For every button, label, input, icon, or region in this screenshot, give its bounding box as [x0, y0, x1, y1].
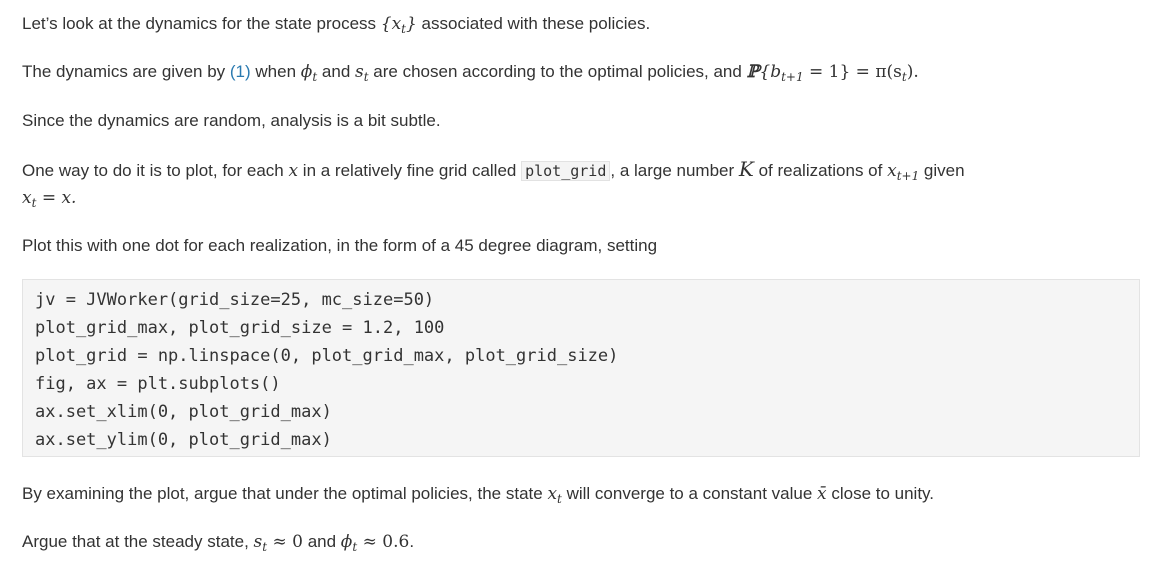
- code-line-5: ax.set_xlim(0, plot_grid_max): [35, 402, 332, 422]
- code-line-6: ax.set_ylim(0, plot_grid_max): [35, 430, 332, 450]
- paragraph-steady-state: Argue that at the steady state, st ≈ 0 a…: [22, 532, 415, 554]
- math-x-t-equals-x: xt = x.: [22, 188, 77, 210]
- paragraph-state-process: Let’s look at the dynamics for the state…: [22, 12, 650, 41]
- equation-link[interactable]: (1): [230, 62, 251, 81]
- text: Let’s look at the dynamics for the state…: [22, 14, 381, 33]
- math-x: x: [288, 161, 299, 181]
- math-s-t: st: [355, 62, 369, 84]
- math-s-t-approx: st ≈ 0: [253, 532, 303, 554]
- code-block[interactable]: jv = JVWorker(grid_size=25, mc_size=50) …: [22, 279, 1140, 457]
- code-line-2: plot_grid_max, plot_grid_size = 1.2, 100: [35, 318, 445, 338]
- math-K: K: [738, 157, 754, 181]
- paragraph-plot-method: One way to do it is to plot, for each x …: [22, 157, 965, 183]
- paragraph-plot-method-line2: xt = x.: [22, 186, 76, 215]
- math-phi-t: ϕt: [300, 62, 318, 84]
- math-probability: ℙ{bt+1 = 1} = π(st).: [746, 62, 919, 84]
- code-line-1: jv = JVWorker(grid_size=25, mc_size=50): [35, 290, 435, 310]
- math-x-t-plus-1: xt+1: [887, 161, 920, 183]
- paragraph-45-degree: Plot this with one dot for each realizat…: [22, 236, 658, 255]
- code-line-3: plot_grid = np.linspace(0, plot_grid_max…: [35, 346, 619, 366]
- paragraph-dynamics: The dynamics are given by (1) when ϕt an…: [22, 62, 919, 84]
- code-line-4: fig, ax = plt.subplots(): [35, 374, 281, 394]
- paragraph-subtle: Since the dynamics are random, analysis …: [22, 111, 441, 130]
- math-x-t-set: {xt}: [380, 14, 417, 36]
- paragraph-convergence: By examining the plot, argue that under …: [22, 484, 935, 506]
- text: associated with these policies.: [416, 14, 651, 33]
- math-x-bar: x̄: [817, 484, 827, 504]
- math-phi-t-approx: ϕt ≈ 0.6: [340, 532, 410, 554]
- math-x-t: xt: [547, 484, 562, 506]
- inline-code-plot-grid: plot_grid: [521, 161, 611, 181]
